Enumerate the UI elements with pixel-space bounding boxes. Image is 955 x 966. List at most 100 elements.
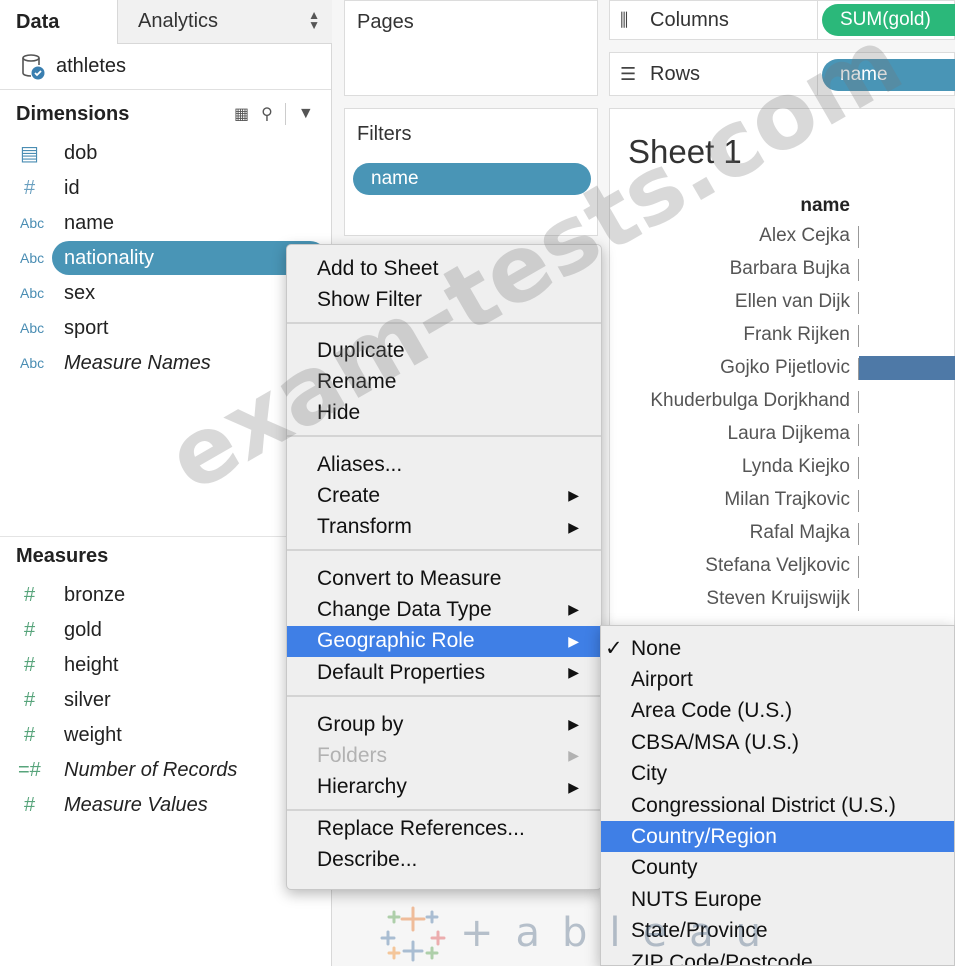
filter-pill-name[interactable]: name — [353, 163, 591, 195]
submenu-arrow-icon: ▶ — [568, 747, 579, 764]
row-axis-tick — [858, 523, 859, 545]
row-label[interactable]: Steven Kruijswijk — [610, 588, 850, 610]
row-axis-tick — [858, 589, 859, 611]
row-label[interactable]: Ellen van Dijk — [610, 291, 850, 313]
rows-label: ☰ Rows — [620, 53, 818, 95]
dimension-sex[interactable]: Abc sex — [0, 276, 331, 310]
measure-number-of-records[interactable]: =# Number of Records — [0, 753, 331, 787]
row-axis-tick — [858, 556, 859, 578]
menu-item-hide[interactable]: Hide — [287, 398, 601, 429]
measure-bronze[interactable]: # bronze — [0, 578, 331, 612]
menu-item-add-to-sheet[interactable]: Add to Sheet — [287, 253, 601, 284]
search-icon[interactable]: ⚲ — [261, 104, 273, 124]
menu-item-default-properties[interactable]: Default Properties ▶ — [287, 657, 601, 688]
dimension-nationality[interactable]: Abc nationality — [0, 241, 331, 275]
tableau-cross-logo-icon — [380, 906, 446, 962]
menu-item-rename[interactable]: Rename — [287, 366, 601, 397]
menu-item-geographic-role[interactable]: Geographic Role ▶ — [287, 625, 601, 657]
data-pane: Data Analytics ▲ ▼ athletes Dimensions ▦ … — [0, 0, 332, 966]
checkmark-icon: ✓ — [605, 637, 623, 660]
tab-analytics-label: Analytics — [138, 10, 219, 32]
geo-role-state-province[interactable]: State/Province — [601, 916, 954, 947]
measure-height[interactable]: # height — [0, 648, 331, 682]
measure-weight[interactable]: # weight — [0, 718, 331, 752]
measures-header: Measures — [16, 545, 109, 567]
columns-pill[interactable]: SUM(gold) — [822, 4, 955, 36]
row-axis-tick — [858, 226, 859, 248]
geo-role-zip-code-postcode[interactable]: ZIP Code/Postcode — [601, 947, 954, 966]
sheet-title[interactable]: Sheet 1 — [628, 133, 742, 171]
menu-item-convert-to-measure[interactable]: Convert to Measure — [287, 563, 601, 594]
measure-measure-values[interactable]: # Measure Values — [0, 788, 331, 822]
menu-item-label: Aliases... — [317, 452, 403, 476]
menu-item-label: Convert to Measure — [317, 566, 502, 590]
menu-item-transform[interactable]: Transform ▶ — [287, 512, 601, 543]
geo-role-city[interactable]: City — [601, 759, 954, 790]
geo-role-label: Airport — [631, 667, 693, 691]
geo-role-congressional-district-u-s[interactable]: Congressional District (U.S.) — [601, 790, 954, 821]
row-label[interactable]: Barbara Bujka — [610, 258, 850, 280]
dimension-sport[interactable]: Abc sport — [0, 311, 331, 345]
row-label[interactable]: Alex Cejka — [610, 225, 850, 247]
geo-role-cbsa-msa-u-s[interactable]: CBSA/MSA (U.S.) — [601, 727, 954, 758]
menu-item-hierarchy[interactable]: Hierarchy ▶ — [287, 772, 601, 803]
measure-gold[interactable]: # gold — [0, 613, 331, 647]
view-toggle-icon[interactable]: ▦ — [234, 104, 249, 124]
dimension-id[interactable]: # id — [0, 171, 331, 205]
submenu-arrow-icon: ▶ — [568, 487, 579, 504]
gold-bar[interactable] — [859, 356, 955, 380]
submenu-arrow-icon: ▶ — [568, 716, 579, 732]
row-label[interactable]: Laura Dijkema — [610, 423, 851, 445]
string-icon: Abc — [20, 215, 45, 231]
menu-item-label: Hierarchy — [317, 775, 407, 799]
tab-data[interactable]: Data — [0, 0, 117, 44]
number-icon: # — [24, 176, 36, 199]
filters-card[interactable]: Filters name — [344, 108, 598, 236]
menu-item-create[interactable]: Create ▶ — [287, 480, 601, 511]
field-label: weight — [64, 723, 122, 746]
updown-arrows-icon: ▲ ▼ — [308, 8, 320, 32]
geo-role-country-region[interactable]: Country/Region — [601, 821, 954, 853]
rows-pill[interactable]: name — [822, 59, 955, 91]
dimension-dob[interactable]: ▤ dob — [0, 136, 331, 170]
geo-role-area-code-u-s[interactable]: Area Code (U.S.) — [601, 696, 954, 727]
menu-item-duplicate[interactable]: Duplicate — [287, 335, 601, 366]
menu-item-folders: Folders ▶ — [287, 740, 601, 771]
row-label[interactable]: Khuderbulga Dorjkhand — [610, 390, 850, 412]
menu-item-aliases[interactable]: Aliases... — [287, 449, 601, 480]
row-label[interactable]: Milan Trajkovic — [610, 489, 850, 511]
menu-item-show-filter[interactable]: Show Filter — [287, 284, 601, 315]
geo-role-label: None — [631, 636, 682, 660]
row-axis-tick — [858, 424, 859, 446]
pages-card[interactable]: Pages — [344, 0, 598, 96]
tab-analytics[interactable]: Analytics ▲ ▼ — [117, 0, 332, 44]
rows-shelf[interactable]: ☰ Rows name — [609, 52, 955, 96]
measure-silver[interactable]: # silver — [0, 683, 331, 717]
columns-shelf[interactable]: ⫼ Columns SUM(gold) — [609, 0, 955, 40]
menu-item-group-by[interactable]: Group by ▶ — [287, 709, 601, 740]
menu-item-label: Geographic Role — [317, 629, 475, 653]
geo-role-label: ZIP Code/Postcode — [631, 950, 813, 966]
geo-role-county[interactable]: County — [601, 853, 954, 884]
menu-item-replace-references[interactable]: Replace References... — [287, 813, 601, 844]
geo-role-nuts-europe[interactable]: NUTS Europe — [601, 884, 954, 915]
menu-separator — [287, 549, 601, 552]
field-label: gold — [64, 618, 102, 641]
geo-role-airport[interactable]: Airport — [601, 664, 954, 695]
rows-icon: ☰ — [620, 63, 637, 84]
geo-role-none[interactable]: ✓ None — [601, 633, 954, 664]
menu-item-change-data-type[interactable]: Change Data Type ▶ — [287, 594, 601, 625]
row-header-name[interactable]: name — [610, 195, 850, 217]
row-axis-tick — [858, 490, 859, 512]
columns-label: ⫼ Columns — [620, 1, 818, 39]
row-label[interactable]: Gojko Pijetlovic — [610, 357, 850, 379]
menu-item-describe[interactable]: Describe... — [287, 844, 601, 875]
dimension-measure-names[interactable]: Abc Measure Names — [0, 346, 331, 380]
chevron-down-icon[interactable]: ▼ — [298, 105, 314, 123]
row-label[interactable]: Lynda Kiejko — [610, 456, 850, 478]
row-label[interactable]: Rafal Majka — [610, 522, 850, 544]
datasource-item[interactable]: athletes — [0, 44, 331, 90]
row-label[interactable]: Frank Rijken — [610, 324, 850, 346]
dimension-name[interactable]: Abc name — [0, 206, 331, 240]
row-label[interactable]: Stefana Veljkovic — [610, 555, 850, 577]
